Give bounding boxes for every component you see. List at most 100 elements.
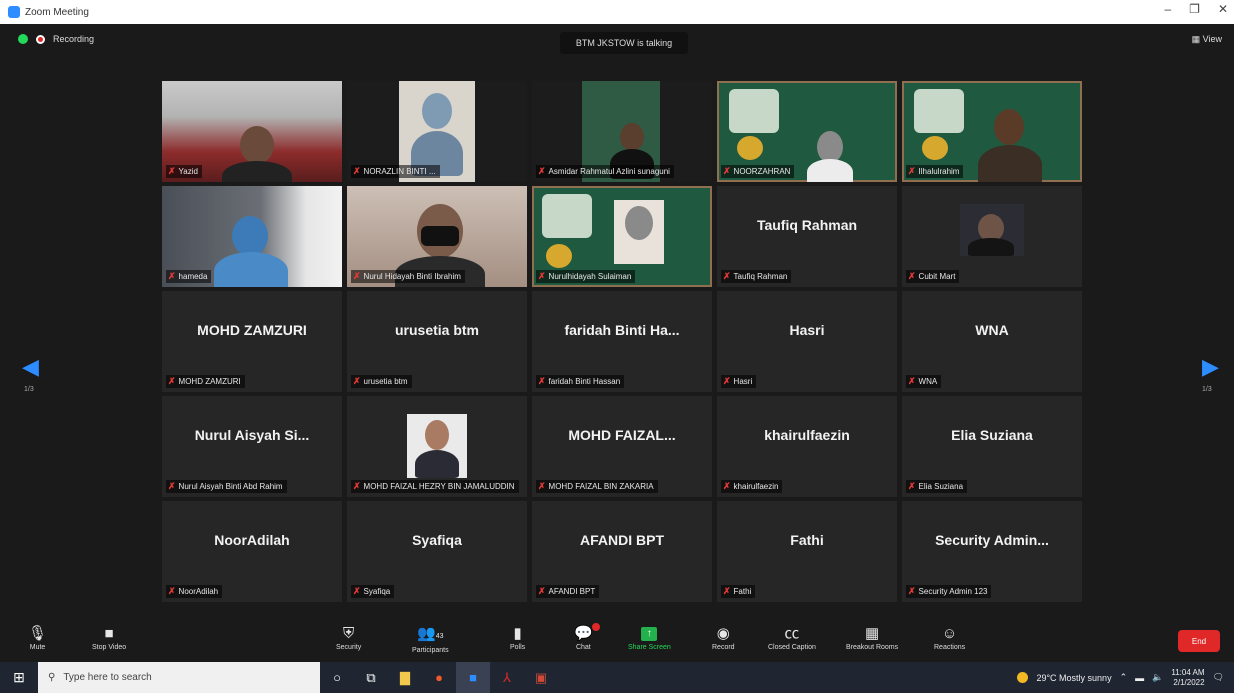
participant-tile[interactable]: faridah Binti Ha... ✗ faridah Binti Hassan [532, 291, 712, 392]
cc-icon: ㏄ [784, 625, 800, 642]
participant-tile[interactable]: ✗ MOHD FAIZAL HEZRY BIN JAMALUDDIN [347, 396, 527, 497]
mic-muted-icon: ✗ [168, 376, 176, 386]
participant-name-label: ✗ Nurul Hidayah Binti Ibrahim [351, 270, 465, 283]
view-button[interactable]: ▦ View [1192, 34, 1222, 45]
people-icon: 👥43 [417, 625, 444, 642]
record-button[interactable]: ◉ Record [712, 624, 735, 651]
powerpoint-icon[interactable]: ▣ [524, 662, 558, 693]
mic-muted-icon: ✗ [168, 166, 176, 176]
participant-name-label: ✗ khairulfaezin [721, 480, 783, 493]
participant-tile[interactable]: ✗ Ilhalulrahim [902, 81, 1082, 182]
participant-tile[interactable]: ✗ Asmidar Rahmatul Azlini sunaguni [532, 81, 712, 182]
system-tray: 29°C Mostly sunny ⌃ ▬ 🔈 11:04 AM 2/1/202… [1017, 662, 1234, 693]
chat-button[interactable]: 💬 Chat [574, 623, 600, 651]
notifications-icon[interactable]: 🗨 [1213, 672, 1224, 683]
participant-name-label: ✗ AFANDI BPT [536, 585, 600, 598]
mic-muted-icon: ✗ [353, 376, 361, 386]
mute-button[interactable]: 🎙 Mute [28, 624, 47, 651]
participant-tile[interactable]: ✗ Cubit Mart [902, 186, 1082, 287]
stop-video-button[interactable]: ■ Stop Video [92, 624, 126, 651]
zoom-taskbar-icon[interactable]: ■ [456, 662, 490, 693]
minimize-button[interactable]: – [1164, 2, 1171, 16]
mic-muted-icon: ✗ [168, 481, 176, 491]
share-screen-button[interactable]: ↑ Share Screen [628, 624, 671, 651]
participant-tile[interactable]: MOHD ZAMZURI ✗ MOHD ZAMZURI [162, 291, 342, 392]
participant-display-name: Taufiq Rahman [756, 217, 858, 233]
taskbar-search[interactable]: ⚲ Type here to search [38, 662, 320, 693]
mic-muted-icon: ✗ [908, 376, 916, 386]
weather-icon [1017, 672, 1029, 683]
participant-name-label: ✗ Yazid [166, 165, 202, 178]
weather-text[interactable]: 29°C Mostly sunny [1036, 673, 1111, 683]
close-button[interactable]: ✕ [1218, 2, 1228, 16]
participant-display-name: Syafiqa [412, 532, 462, 548]
participant-name-label: ✗ Hasri [721, 375, 757, 388]
reactions-button[interactable]: ☺ Reactions [934, 624, 965, 651]
participant-tile[interactable]: Fathi ✗ Fathi [717, 501, 897, 602]
participant-name-label: ✗ Taufiq Rahman [721, 270, 792, 283]
windows-taskbar: ⊞ ⚲ Type here to search ○ ⧉ ▇ ● ■ ⅄ ▣ 29°… [0, 662, 1234, 693]
page-indicator-right: 1/3 [1202, 386, 1212, 393]
bar-chart-icon: ▮ [513, 625, 522, 642]
closed-caption-button[interactable]: ㏄ Closed Caption [768, 624, 816, 651]
profile-photo [407, 414, 467, 478]
end-meeting-button[interactable]: End [1178, 630, 1220, 652]
encryption-shield-icon[interactable] [18, 34, 28, 44]
windows-start-icon[interactable]: ⊞ [0, 662, 38, 693]
participant-tile[interactable]: khairulfaezin ✗ khairulfaezin [717, 396, 897, 497]
mic-muted-icon: ✗ [723, 481, 731, 491]
participant-name-label: ✗ urusetia btm [351, 375, 412, 388]
maximize-button[interactable]: ❐ [1189, 2, 1200, 16]
participant-name-label: ✗ hameda [166, 270, 212, 283]
participant-tile[interactable]: NoorAdilah ✗ NoorAdilah [162, 501, 342, 602]
mic-muted-icon: ✗ [538, 166, 546, 176]
system-clock[interactable]: 11:04 AM 2/1/2022 [1171, 668, 1204, 688]
participant-name-label: ✗ Cubit Mart [906, 270, 960, 283]
participant-tile[interactable]: Security Admin... ✗ Security Admin 123 [902, 501, 1082, 602]
mic-muted-icon: ✗ [723, 271, 731, 281]
acrobat-icon[interactable]: ⅄ [490, 662, 524, 693]
window-controls: – ❐ ✕ [1164, 2, 1228, 16]
network-icon[interactable]: ▬ [1135, 673, 1144, 683]
participant-tile[interactable]: AFANDI BPT ✗ AFANDI BPT [532, 501, 712, 602]
participant-tile[interactable]: ✗ hameda [162, 186, 342, 287]
polls-button[interactable]: ▮ Polls [510, 624, 525, 651]
cortana-icon[interactable]: ○ [320, 662, 354, 693]
chrome-icon[interactable]: ● [422, 662, 456, 693]
participants-button[interactable]: 👥43 Participants [412, 624, 449, 654]
participant-tile[interactable]: Elia Suziana ✗ Elia Suziana [902, 396, 1082, 497]
participant-tile[interactable]: ✗ NOORZAHRAN [717, 81, 897, 182]
mic-muted-icon: ✗ [538, 586, 546, 596]
shield-icon: ⛨ [343, 625, 355, 642]
task-view-icon[interactable]: ⧉ [354, 662, 388, 693]
participant-tile[interactable]: ✗ Yazid [162, 81, 342, 182]
participant-name-label: ✗ Ilhalulrahim [906, 165, 964, 178]
security-button[interactable]: ⛨ Security [336, 624, 361, 651]
file-explorer-icon[interactable]: ▇ [388, 662, 422, 693]
mic-muted-icon: ✗ [168, 271, 176, 281]
participant-display-name: AFANDI BPT [580, 532, 664, 548]
participant-tile[interactable]: urusetia btm ✗ urusetia btm [347, 291, 527, 392]
participant-tile[interactable]: MOHD FAIZAL... ✗ MOHD FAIZAL BIN ZAKARIA [532, 396, 712, 497]
microphone-icon: 🎙 [28, 625, 48, 642]
window-title: Zoom Meeting [25, 6, 89, 18]
participant-tile[interactable]: WNA ✗ WNA [902, 291, 1082, 392]
participant-name-label: ✗ Asmidar Rahmatul Azlini sunaguni [536, 165, 674, 178]
mic-muted-icon: ✗ [723, 166, 731, 176]
participant-tile[interactable]: Nurul Aisyah Si... ✗ Nurul Aisyah Binti Ab… [162, 396, 342, 497]
participant-tile[interactable]: Syafiqa ✗ Syafiqa [347, 501, 527, 602]
participant-name-label: ✗ NOORZAHRAN [721, 165, 795, 178]
mic-muted-icon: ✗ [908, 166, 916, 176]
breakout-rooms-button[interactable]: ▦ Breakout Rooms [846, 624, 898, 651]
volume-icon[interactable]: 🔈 [1152, 672, 1163, 683]
next-page-arrow-icon[interactable]: ▶ [1202, 354, 1219, 380]
participant-tile[interactable]: Hasri ✗ Hasri [717, 291, 897, 392]
participant-tile[interactable]: ✗ Nurul Hidayah Binti Ibrahim [347, 186, 527, 287]
participant-tile[interactable]: ✗ Nurulhidayah Sulaiman [532, 186, 712, 287]
participant-name-label: ✗ Elia Suziana [906, 480, 968, 493]
tray-overflow-icon[interactable]: ⌃ [1120, 672, 1128, 683]
participant-tile[interactable]: ✗ NORAZLIN BINTI ... [347, 81, 527, 182]
participant-tile[interactable]: Taufiq Rahman ✗ Taufiq Rahman [717, 186, 897, 287]
mic-muted-icon: ✗ [723, 586, 731, 596]
previous-page-arrow-icon[interactable]: ◀ [22, 354, 39, 380]
